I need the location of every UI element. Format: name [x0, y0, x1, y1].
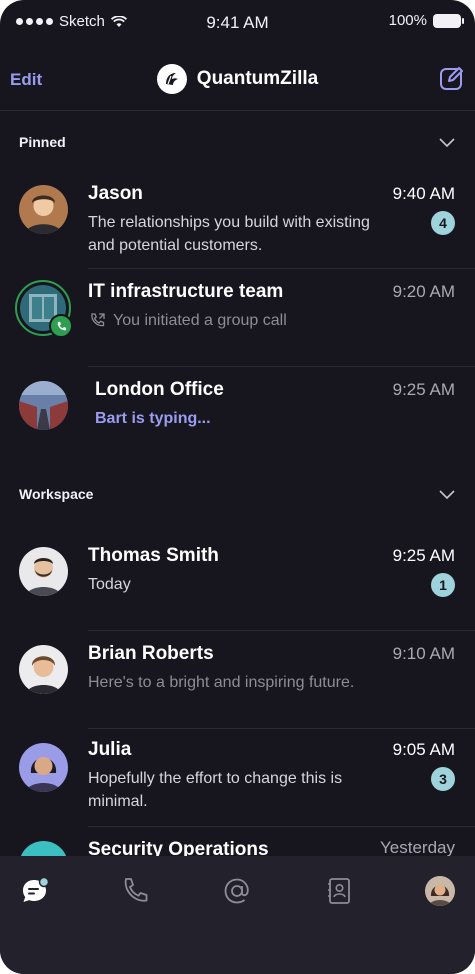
row-divider [88, 826, 475, 827]
typing-indicator: Bart is typing... [95, 410, 211, 427]
row-divider [88, 366, 475, 367]
compose-icon[interactable] [439, 65, 465, 91]
outgoing-call-icon [91, 313, 105, 327]
avatar-julia [19, 743, 68, 792]
chat-time: 9:20 AM [392, 282, 455, 301]
avatar-thomas-smith [19, 547, 68, 596]
phone-screen: Sketch 9:41 AM 100% Edit QuantumZilla Pi… [0, 0, 475, 974]
chat-preview: You initiated a group call [113, 312, 287, 329]
chat-name: IT infrastructure team [88, 281, 284, 302]
workspace-section-header[interactable]: Workspace [0, 474, 475, 514]
chat-time: Yesterday [380, 838, 455, 857]
chat-name: Julia [88, 739, 132, 760]
phone-icon[interactable] [120, 876, 150, 906]
chat-name: London Office [95, 379, 224, 400]
chat-preview: Hopefully the effort to change this is m… [88, 770, 343, 810]
contacts-icon[interactable] [324, 876, 354, 906]
unread-badge: 3 [431, 767, 455, 791]
chat-row-it-infrastructure[interactable]: IT infrastructure team 9:20 AM You initi… [0, 270, 475, 368]
app-title: QuantumZilla [196, 68, 319, 89]
battery-icon [433, 13, 464, 28]
avatar-brian-roberts [19, 645, 68, 694]
avatar-jason [19, 185, 68, 234]
row-divider [88, 630, 475, 631]
at-icon[interactable] [222, 876, 252, 906]
pinned-section-header[interactable]: Pinned [0, 122, 475, 162]
workspace-label: Workspace [19, 486, 94, 502]
chat-name: Thomas Smith [88, 545, 219, 566]
chat-row-jason[interactable]: Jason 9:40 AM The relationships you buil… [0, 172, 475, 270]
avatar-it-team [15, 280, 73, 338]
pinned-label: Pinned [19, 134, 66, 150]
avatar-london-office [19, 381, 68, 430]
chevron-down-icon[interactable] [439, 134, 455, 150]
chat-time: 9:40 AM [392, 184, 455, 203]
brand: QuantumZilla [0, 64, 475, 94]
call-indicator-icon [49, 314, 73, 338]
chat-time: 9:25 AM [392, 380, 455, 399]
chat-name: Brian Roberts [88, 643, 214, 664]
chat-row-brian-roberts[interactable]: Brian Roberts 9:10 AM Here's to a bright… [0, 632, 475, 730]
chat-preview: Here's to a bright and inspiring future. [88, 674, 355, 691]
row-divider [88, 728, 475, 729]
chat-preview: The relationships you build with existin… [88, 214, 370, 254]
chat-time: 9:10 AM [392, 644, 455, 663]
status-bar: Sketch 9:41 AM 100% [0, 0, 475, 44]
chat-time: 9:05 AM [392, 740, 455, 759]
chat-row-thomas-smith[interactable]: Thomas Smith 9:25 AM Today 1 [0, 534, 475, 632]
tab-bar [0, 856, 475, 974]
unread-badge: 1 [431, 573, 455, 597]
chat-row-julia[interactable]: Julia 9:05 AM Hopefully the effort to ch… [0, 730, 475, 828]
chat-time: 9:25 AM [392, 546, 455, 565]
header-divider [0, 110, 475, 111]
battery-percent: 100% [388, 12, 427, 29]
row-divider [88, 268, 475, 269]
chat-name: Jason [88, 183, 143, 204]
quantumzilla-logo [156, 64, 187, 94]
chat-row-london-office[interactable]: London Office 9:25 AM Bart is typing... [0, 368, 475, 466]
chat-preview: Today [88, 576, 131, 593]
profile-avatar[interactable] [425, 876, 455, 906]
battery-group: 100% [388, 12, 464, 29]
app-header: Edit QuantumZilla [0, 52, 475, 108]
unread-badge: 4 [431, 211, 455, 235]
chevron-down-icon[interactable] [439, 486, 455, 502]
chat-icon[interactable] [20, 876, 50, 906]
